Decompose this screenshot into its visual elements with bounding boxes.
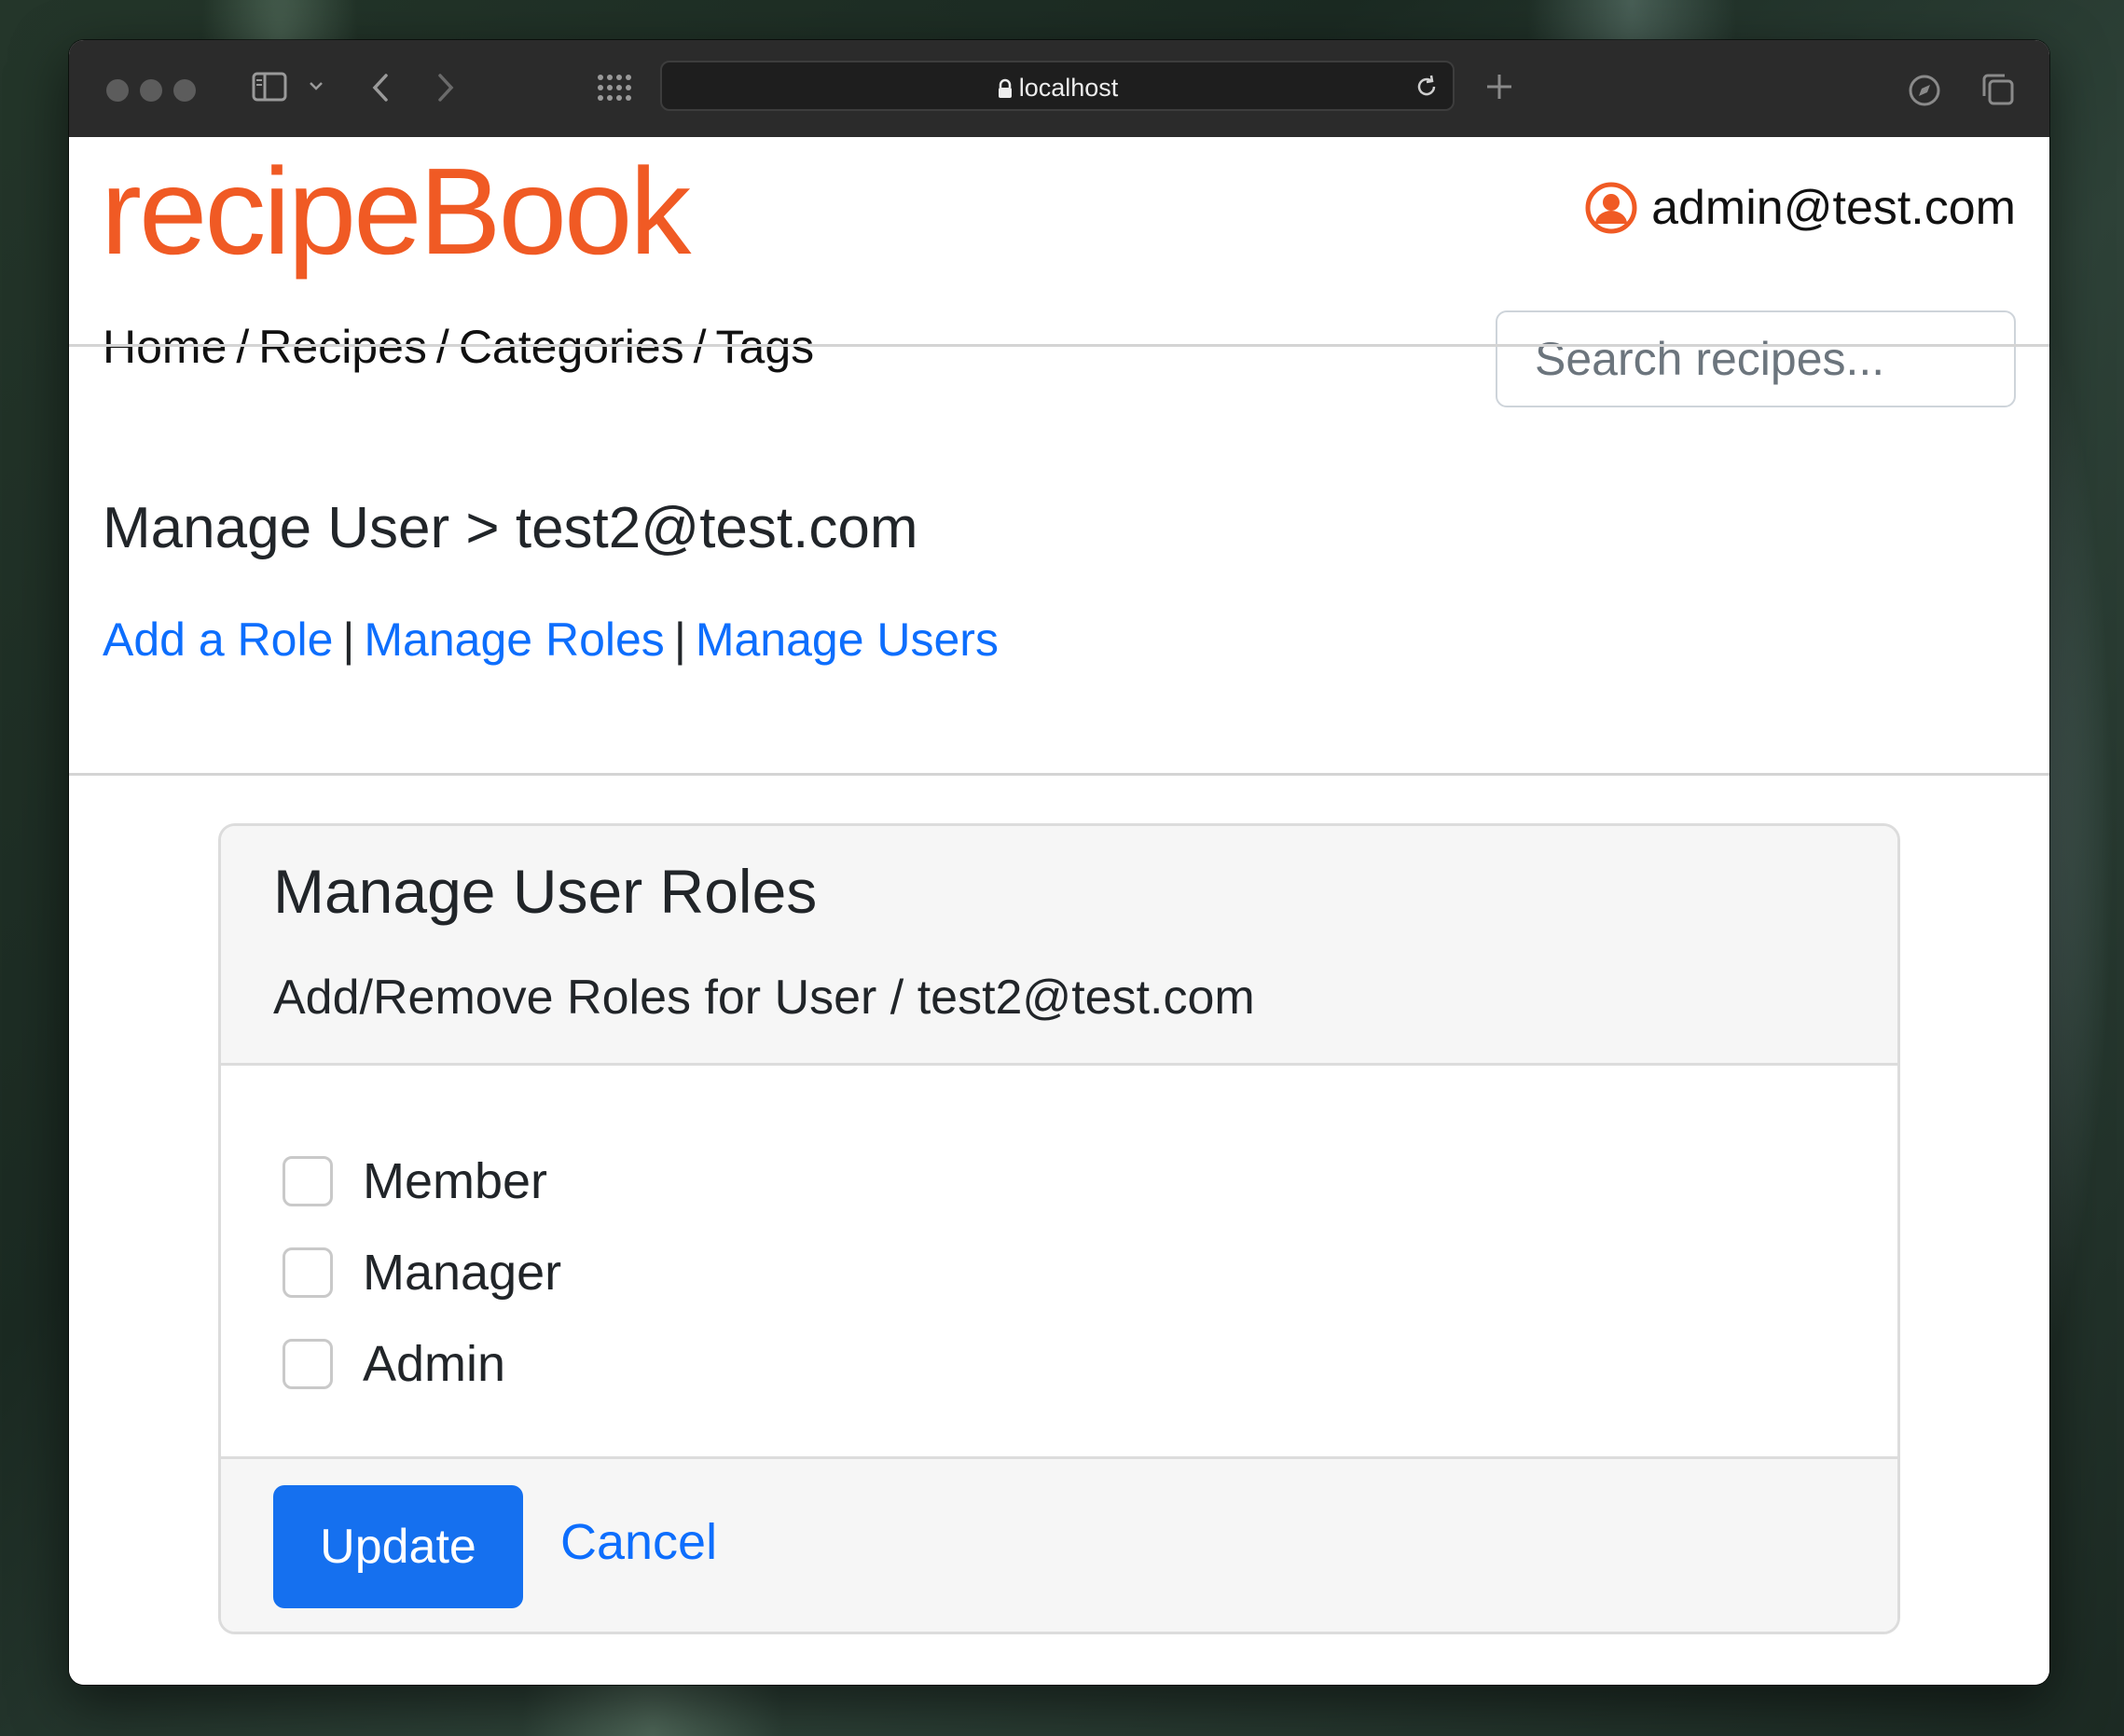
header-divider <box>69 344 2049 347</box>
role-option-manager[interactable]: Manager <box>283 1227 561 1318</box>
web-page: recipeBook admin@test.com Home / Recipes / C… <box>69 137 2049 1685</box>
manage-roles-card: Manage User Roles Add/Remove Roles for U… <box>218 823 1900 1634</box>
card-title: Manage User Roles <box>273 857 818 926</box>
nav-separator: / <box>693 321 707 373</box>
new-tab-icon[interactable] <box>1484 72 1514 105</box>
nav-recipes[interactable]: Recipes <box>258 321 427 373</box>
nav-separator: / <box>435 321 449 373</box>
role-checkbox-admin[interactable] <box>283 1339 333 1389</box>
nav-separator: / <box>236 321 250 373</box>
cancel-link[interactable]: Cancel <box>560 1513 717 1571</box>
nav-home[interactable]: Home <box>103 321 227 373</box>
manage-roles-link[interactable]: Manage Roles <box>364 613 664 666</box>
role-checkbox-manager[interactable] <box>283 1247 333 1298</box>
tabs-overview-icon[interactable] <box>1980 72 2016 111</box>
user-menu[interactable]: admin@test.com <box>1584 180 2016 236</box>
address-bar-text[interactable]: localhost <box>662 74 1453 103</box>
role-checkbox-member[interactable] <box>283 1156 333 1206</box>
browser-window: localhost recipeBook admin@test.com Home… <box>69 40 2049 1685</box>
reload-icon[interactable] <box>1414 74 1440 103</box>
card-subtitle: Add/Remove Roles for User / test2@test.c… <box>273 971 1255 1025</box>
section-divider <box>69 773 2049 776</box>
url-label: localhost <box>1018 74 1119 102</box>
link-separator: | <box>673 613 686 666</box>
card-footer: Update Cancel <box>221 1456 1897 1632</box>
nav-categories[interactable]: Categories <box>459 321 684 373</box>
update-button[interactable]: Update <box>273 1485 523 1608</box>
user-icon <box>1585 182 1637 234</box>
add-role-link[interactable]: Add a Role <box>103 613 333 666</box>
roles-list: Member Manager Admin <box>283 1136 561 1410</box>
minimize-window-button[interactable] <box>140 79 162 102</box>
close-window-button[interactable] <box>106 79 129 102</box>
role-label-manager[interactable]: Manager <box>363 1244 561 1302</box>
role-label-admin[interactable]: Admin <box>363 1335 505 1393</box>
role-option-member[interactable]: Member <box>283 1136 561 1227</box>
compass-icon[interactable] <box>1908 74 1941 111</box>
chevron-down-icon[interactable] <box>308 77 324 98</box>
brand-logo[interactable]: recipeBook <box>101 141 691 282</box>
page-title: Manage User > test2@test.com <box>103 496 918 560</box>
user-email[interactable]: admin@test.com <box>1651 180 2016 236</box>
grid-icon[interactable] <box>597 74 634 105</box>
link-separator: | <box>342 613 355 666</box>
back-icon[interactable] <box>369 72 392 107</box>
role-label-member[interactable]: Member <box>363 1152 547 1210</box>
browser-toolbar: localhost <box>69 40 2049 138</box>
card-header: Manage User Roles Add/Remove Roles for U… <box>221 826 1897 1066</box>
lock-icon <box>998 78 1012 98</box>
sidebar-icon[interactable] <box>252 70 289 107</box>
admin-links: Add a Role | Manage Roles | Manage Users <box>103 613 999 667</box>
zoom-window-button[interactable] <box>173 79 196 102</box>
forward-icon[interactable] <box>434 72 457 107</box>
main-nav: Home / Recipes / Categories / Tags <box>103 320 814 374</box>
address-bar[interactable]: localhost <box>660 61 1455 111</box>
nav-tags[interactable]: Tags <box>716 321 815 373</box>
manage-users-link[interactable]: Manage Users <box>696 613 999 666</box>
search-input[interactable] <box>1496 310 2016 407</box>
role-option-admin[interactable]: Admin <box>283 1318 561 1410</box>
